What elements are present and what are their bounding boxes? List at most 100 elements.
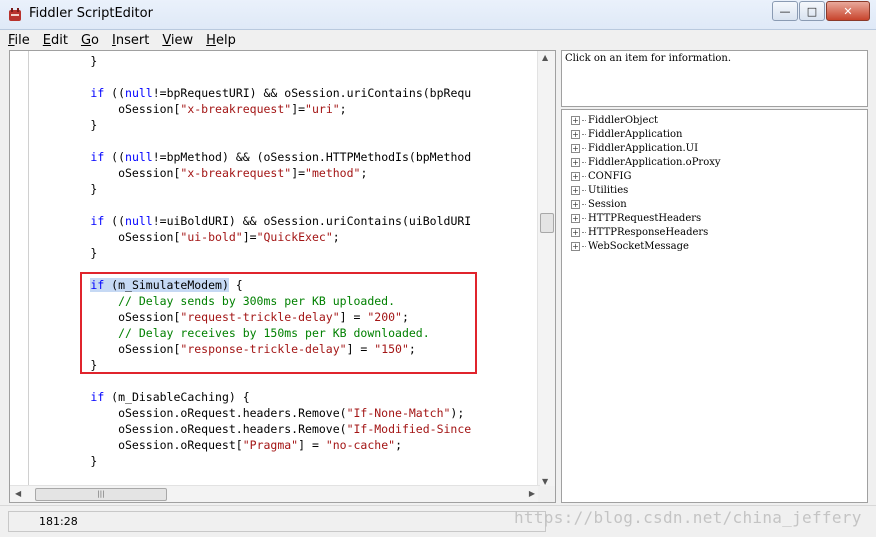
vertical-scroll-thumb[interactable] [540, 213, 554, 233]
code-string: "method" [305, 166, 361, 180]
menu-edit[interactable]: Edit [43, 33, 68, 48]
tree-node[interactable]: + CONFIG [571, 169, 631, 183]
code-token: ; [339, 102, 347, 116]
code-token: ; [360, 166, 368, 180]
tree-node-label: FiddlerApplication.oProxy [588, 156, 721, 168]
code-keyword: null [125, 214, 153, 228]
code-token: oSession.oRequest[ [35, 438, 243, 452]
watermark-text: https://blog.csdn.net/china_jeffery [514, 508, 862, 527]
vertical-scrollbar[interactable]: ▲ ▼ [537, 51, 555, 488]
tree-connector [582, 133, 586, 135]
tree-connector [582, 217, 586, 219]
tree-node[interactable]: + FiddlerObject [571, 113, 658, 127]
code-token: (m_DisableCaching) { [104, 390, 250, 404]
code-line: } [35, 245, 97, 261]
window-controls: — □ ✕ [771, 1, 870, 21]
class-explorer-tree[interactable]: + FiddlerObject + FiddlerApplication + Fiddle… [561, 109, 868, 503]
cursor-position: 181:28 [8, 511, 546, 532]
tree-node[interactable]: + FiddlerApplication.UI [571, 141, 698, 155]
code-string: "ui-bold" [180, 230, 243, 244]
code-token: ); [450, 406, 465, 420]
tree-connector [582, 245, 586, 247]
minimize-icon[interactable]: — [772, 1, 798, 21]
expand-plus-icon[interactable]: + [571, 213, 580, 223]
tree-node[interactable]: + HTTPRequestHeaders [571, 211, 701, 225]
maximize-icon[interactable]: □ [799, 1, 825, 21]
title-bar[interactable]: Fiddler ScriptEditor — □ ✕ [0, 0, 876, 30]
menu-insert[interactable]: Insert [112, 33, 149, 48]
expand-plus-icon[interactable]: + [571, 227, 580, 237]
code-token: ]= [291, 166, 306, 180]
code-token: oSession.oRequest.headers.Remove( [35, 406, 347, 420]
horizontal-scrollbar[interactable]: ◀ ||| ▶ [10, 485, 540, 502]
code-keyword: if [90, 150, 105, 164]
expand-plus-icon[interactable]: + [571, 143, 580, 153]
scroll-left-icon[interactable]: ◀ [15, 489, 21, 498]
highlight-annotation-box [80, 272, 477, 374]
code-token: (( [104, 214, 126, 228]
tree-connector [582, 189, 586, 191]
tree-node-label: HTTPRequestHeaders [588, 212, 702, 224]
code-keyword: if [90, 390, 105, 404]
code-keyword: if [90, 86, 105, 100]
tree-node[interactable]: + Utilities [571, 183, 628, 197]
code-keyword: if [90, 214, 105, 228]
code-string: "Pragma" [242, 438, 299, 452]
tree-node[interactable]: + WebSocketMessage [571, 239, 689, 253]
code-line: oSession["x-breakrequest"]="uri"; [35, 101, 347, 117]
expand-plus-icon[interactable]: + [571, 157, 580, 167]
code-keyword: null [125, 150, 153, 164]
code-line: oSession["ui-bold"]="QuickExec"; [35, 229, 340, 245]
scroll-up-icon[interactable]: ▲ [542, 53, 548, 62]
horizontal-scroll-thumb[interactable]: ||| [35, 488, 167, 501]
tree-connector [582, 161, 586, 163]
menu-file[interactable]: File [8, 33, 30, 48]
code-token: } [35, 246, 98, 260]
code-area[interactable]: } if ((null!=bpRequestURI) && oSession.u… [35, 51, 540, 488]
code-string: "x-breakrequest" [180, 166, 292, 180]
scroll-down-icon[interactable]: ▼ [542, 477, 548, 486]
expand-plus-icon[interactable]: + [571, 115, 580, 125]
tree-connector [582, 203, 586, 205]
code-token: !=bpRequestURI) && oSession.uriContains(… [152, 86, 472, 100]
info-text: Click on an item for information. [565, 53, 732, 64]
menu-go[interactable]: Go [81, 33, 99, 48]
close-icon[interactable]: ✕ [826, 1, 870, 21]
expand-plus-icon[interactable]: + [571, 199, 580, 209]
scrollbar-corner [538, 486, 555, 502]
code-line: if (m_DisableCaching) { [35, 389, 250, 405]
tree-node[interactable]: + Session [571, 197, 627, 211]
expand-plus-icon[interactable]: + [571, 129, 580, 139]
tree-connector [582, 147, 586, 149]
code-line: } [35, 53, 97, 69]
expand-plus-icon[interactable]: + [571, 171, 580, 181]
code-line: oSession.oRequest.headers.Remove("If-Mod… [35, 421, 471, 437]
editor-gutter [10, 51, 29, 502]
code-keyword: null [125, 86, 153, 100]
fiddler-app-icon [9, 8, 21, 21]
expand-plus-icon[interactable]: + [571, 185, 580, 195]
expand-plus-icon[interactable]: + [571, 241, 580, 251]
menu-help[interactable]: Help [206, 33, 236, 48]
code-line: oSession["x-breakrequest"]="method"; [35, 165, 367, 181]
code-token: oSession[ [35, 102, 181, 116]
code-line: if ((null!=bpMethod) && (oSession.HTTPMe… [35, 149, 471, 165]
code-line: oSession.oRequest.headers.Remove("If-Non… [35, 405, 464, 421]
tree-node-label: FiddlerApplication [588, 128, 683, 140]
code-token: !=bpMethod) && (oSession.HTTPMethodIs(bp… [152, 150, 472, 164]
tree-node[interactable]: + HTTPResponseHeaders [571, 225, 708, 239]
code-token: ] = [298, 438, 326, 452]
tree-node-label: WebSocketMessage [588, 240, 689, 252]
tree-node-label: Session [588, 198, 627, 210]
code-token: ]= [291, 102, 306, 116]
code-token: oSession[ [35, 230, 181, 244]
menu-view[interactable]: View [162, 33, 193, 48]
tree-connector [582, 119, 586, 121]
tree-node[interactable]: + FiddlerApplication [571, 127, 683, 141]
code-string: "If-Modified-Since [346, 422, 472, 436]
tree-node[interactable]: + FiddlerApplication.oProxy [571, 155, 721, 169]
tree-node-label: CONFIG [588, 170, 632, 182]
scroll-right-icon[interactable]: ▶ [529, 489, 535, 498]
